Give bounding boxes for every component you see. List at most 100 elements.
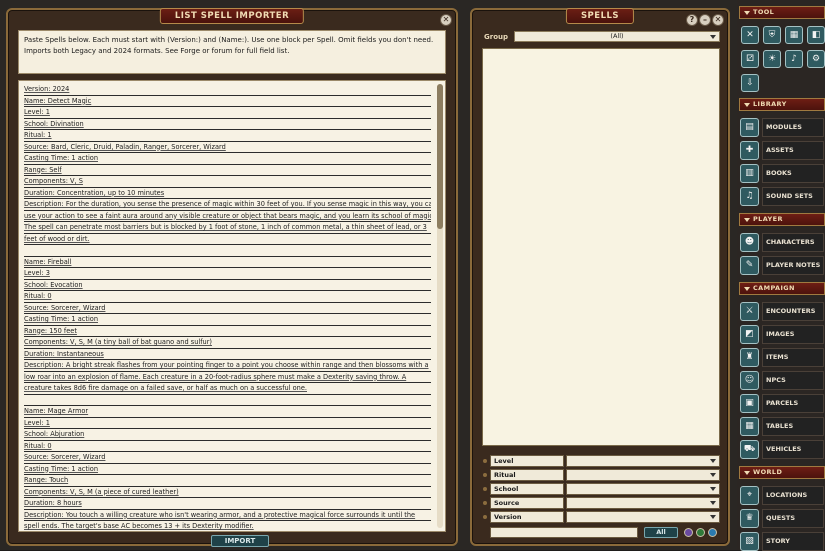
text-line: creature takes 8d6 fire damage on a fail… [24,383,431,395]
sidebar-item-quests[interactable]: ♛QUESTS [740,509,824,528]
filter-select[interactable] [566,455,720,467]
all-filter-button[interactable]: All [644,527,678,538]
lightbulb-icon[interactable]: ☀ [763,50,781,68]
sidebar-item-player-notes[interactable]: ✎PLAYER NOTES [740,256,824,275]
sidebar-item-npcs[interactable]: ☺NPCS [740,371,824,390]
filter-select[interactable] [566,511,720,523]
importer-help-text: Paste Spells below. Each must start with… [18,30,446,74]
sidebar-item-images[interactable]: ◩IMAGES [740,325,824,344]
scrollbar[interactable] [437,84,443,528]
story-icon: ▧ [740,532,759,551]
sidebar-item-characters[interactable]: ☻CHARACTERS [740,233,824,252]
filter-select[interactable] [566,469,720,481]
gear-icon[interactable]: ⚙ [807,50,825,68]
minimize-icon[interactable]: – [699,14,711,26]
books-icon: ▥ [740,164,759,183]
text-line: Version: 2024 [24,84,431,96]
text-line: School: Abjuration [24,429,431,441]
text-line: Casting Time: 1 action [24,464,431,476]
importer-title: List Spell Importer [160,8,304,24]
sidebar-item-encounters[interactable]: ⚔ENCOUNTERS [740,302,824,321]
text-line: Source: Sorcerer, Wizard [24,303,431,315]
campaign-header[interactable]: Campaign [739,282,825,295]
text-line: Duration: Instantaneous [24,349,431,361]
filter-dot-icon [483,501,487,505]
blue-filter-icon[interactable] [708,528,717,537]
sidebar-item-story[interactable]: ▧STORY [740,532,824,551]
import-button[interactable]: IMPORT [211,535,269,547]
sidebar-item-locations[interactable]: ⌖LOCATIONS [740,486,824,505]
filter-label: Version [490,511,564,523]
dice-icon[interactable]: ⚂ [741,50,759,68]
green-filter-icon[interactable] [696,528,705,537]
text-line: Components: V, S, M (a piece of cured le… [24,487,431,499]
sidebar-item-items[interactable]: ♜ITEMS [740,348,824,367]
calendar-icon[interactable]: ▦ [785,26,803,44]
filter-select[interactable] [566,483,720,495]
sidebar-item-label: SOUND SETS [762,187,824,206]
filter-label: Source [490,497,564,509]
sidebar-item-label: IMAGES [762,325,824,344]
spell-list[interactable] [482,48,720,446]
filter-row-level: Level [490,455,720,467]
help-icon[interactable]: ? [686,14,698,26]
shield-icon[interactable]: ⛨ [763,26,781,44]
text-line: Source: Bard, Cleric, Druid, Paladin, Ra… [24,142,431,154]
sidebar-item-label: LOCATIONS [762,486,824,505]
sidebar-item-label: VEHICLES [762,440,824,459]
text-line: Ritual: 1 [24,130,431,142]
text-line: Duration: 8 hours [24,498,431,510]
close-icon[interactable]: ✕ [440,14,452,26]
purple-filter-icon[interactable] [684,528,693,537]
sidebar-item-assets[interactable]: ✚ASSETS [740,141,824,160]
sidebar-item-vehicles[interactable]: ⛟VEHICLES [740,440,824,459]
sidebar-item-parcels[interactable]: ▣PARCELS [740,394,824,413]
filter-row-ritual: Ritual [490,469,720,481]
tool-header[interactable]: Tool [739,6,825,19]
text-line [24,245,431,257]
filter-row-version: Version [490,511,720,523]
sidebar: Tool ✕ ⛨ ▦ ◧ ⚂ ☀ ♪ ⚙ ⇩ Library ▤MODULES ✚… [737,0,825,550]
items-icon: ♜ [740,348,759,367]
export-icon[interactable]: ⇩ [741,74,759,92]
quests-icon: ♛ [740,509,759,528]
scrollbar-thumb[interactable] [437,84,443,229]
sidebar-item-sound-sets[interactable]: ♫SOUND SETS [740,187,824,206]
image-icon[interactable]: ◧ [807,26,825,44]
sidebar-item-label: STORY [762,532,824,551]
text-line: low roar into an explosion of flame. Eac… [24,372,431,384]
sidebar-item-tables[interactable]: ▦TABLES [740,417,824,436]
music-icon[interactable]: ♪ [785,50,803,68]
spells-title: Spells [566,8,634,24]
notes-icon: ✎ [740,256,759,275]
sidebar-item-modules[interactable]: ▤MODULES [740,118,824,137]
spell-text-lines[interactable]: Version: 2024Name: Detect MagicLevel: 1S… [24,84,431,532]
text-line: Ritual: 0 [24,441,431,453]
chevron-down-icon [710,501,716,505]
text-line: The spell can penetrate most barriers bu… [24,222,431,234]
world-header[interactable]: World [739,466,825,479]
group-select[interactable]: (All) [514,31,720,42]
chevron-down-icon [710,473,716,477]
filter-select[interactable] [566,497,720,509]
text-line: Name: Fireball [24,257,431,269]
close-icon[interactable]: ✕ [741,26,759,44]
sidebar-item-books[interactable]: ▥BOOKS [740,164,824,183]
text-line: Ritual: 0 [24,291,431,303]
library-header[interactable]: Library [739,98,825,111]
spells-window: Spells ? – ✕ Group (All) LevelRitualScho… [470,8,730,546]
text-line: Duration: Concentration, up to 10 minute… [24,188,431,200]
player-header[interactable]: Player [739,213,825,226]
text-line: Range: 150 feet [24,326,431,338]
text-line: Description: You touch a willing creatur… [24,510,431,522]
sidebar-item-label: BOOKS [762,164,824,183]
filter-label: School [490,483,564,495]
close-icon[interactable]: ✕ [712,14,724,26]
search-input[interactable] [490,527,638,538]
text-line: Range: Touch [24,475,431,487]
text-line: Casting Time: 1 action [24,314,431,326]
filter-row-source: Source [490,497,720,509]
text-line [24,395,431,407]
spell-text-area[interactable]: Version: 2024Name: Detect MagicLevel: 1S… [18,80,446,532]
assets-icon: ✚ [740,141,759,160]
